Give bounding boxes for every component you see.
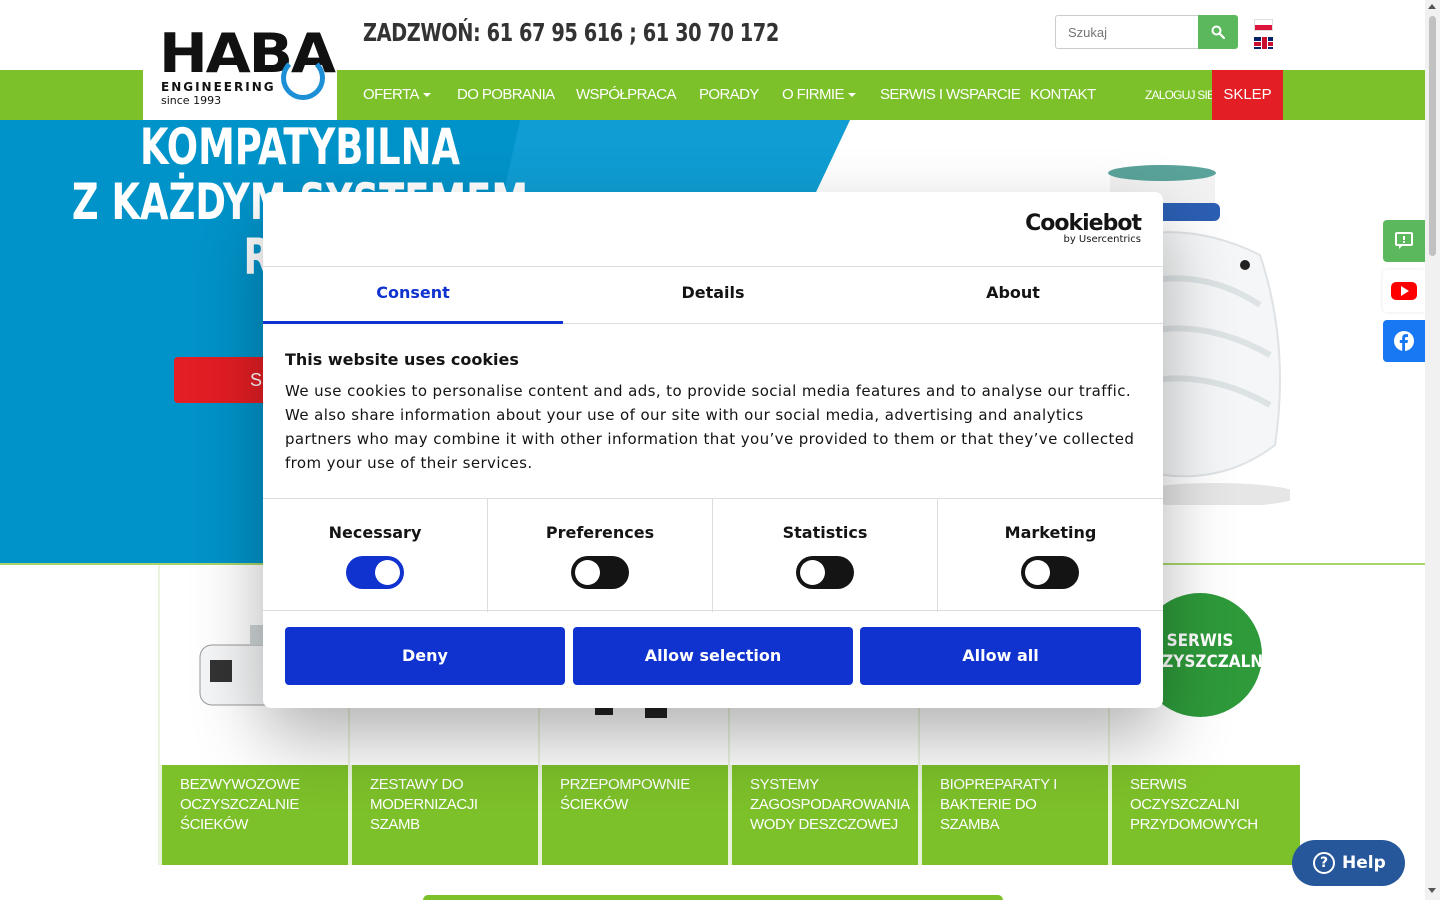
nav-item-wspolpraca[interactable]: WSPÓŁPRACA: [576, 70, 676, 120]
product-label[interactable]: BIOPREPARATY I BAKTERIE DO SZAMBA: [920, 765, 1110, 865]
tab-consent[interactable]: Consent: [263, 267, 563, 324]
login-link[interactable]: ZALOGUJ SIĘ: [1145, 70, 1215, 120]
toggle-preferences[interactable]: [571, 556, 629, 589]
scroll-up-icon[interactable]: [1428, 4, 1436, 9]
scroll-thumb[interactable]: [1429, 16, 1436, 256]
switch-label: Preferences: [545, 523, 655, 542]
nav-item-porady[interactable]: PORADY: [699, 70, 759, 120]
switch-necessary: Necessary: [263, 499, 488, 612]
cookie-title: This website uses cookies: [285, 350, 519, 369]
phone-numbers: ZADZWOŃ: 61 67 95 616 ; 61 30 70 172: [363, 18, 779, 47]
nav-item-do-pobrania[interactable]: DO POBRANIA: [457, 70, 555, 120]
nav-item-o-firmie[interactable]: O FIRMIE: [782, 70, 856, 120]
cookie-body: This website uses cookies We use cookies…: [285, 350, 1141, 475]
cookiebot-brand: Cookiebot: [1025, 211, 1142, 236]
page-scrollbar[interactable]: [1425, 0, 1440, 900]
caret-down-icon: [847, 93, 856, 98]
search-icon: [1211, 25, 1225, 39]
toggle-marketing[interactable]: [1021, 556, 1079, 589]
flag-en-icon[interactable]: [1254, 37, 1273, 49]
question-icon: ?: [1313, 852, 1335, 874]
nav-item-oferta[interactable]: OFERTA: [363, 70, 431, 120]
switch-marketing: Marketing: [938, 499, 1163, 612]
product-label[interactable]: ZESTAWY DO MODERNIZACJI SZAMB: [350, 765, 540, 865]
cookiebot-logo[interactable]: Cookiebot by Usercentrics: [1025, 211, 1142, 246]
flag-pl-icon[interactable]: [1254, 19, 1273, 31]
nav-item-kontakt[interactable]: KONTAKT: [1030, 70, 1096, 120]
cookie-tabs: Consent Details About: [263, 267, 1163, 324]
facebook-button[interactable]: [1383, 320, 1425, 362]
product-label[interactable]: PRZEPOMPOWNIE ŚCIEKÓW: [540, 765, 730, 865]
cookie-text: We use cookies to personalise content an…: [285, 382, 1135, 472]
help-button[interactable]: ? Help: [1292, 840, 1405, 886]
logo-drop-icon: [281, 56, 325, 100]
search-button[interactable]: [1198, 15, 1238, 49]
switch-preferences: Preferences: [488, 499, 713, 612]
youtube-icon: [1391, 282, 1417, 300]
product-label[interactable]: SERWIS OCZYSZCZALNI PRZYDOMOWYCH: [1110, 765, 1300, 865]
switch-label: Marketing: [1004, 523, 1097, 542]
toggle-knob: [375, 560, 400, 585]
allow-all-button[interactable]: Allow all: [860, 627, 1141, 685]
cookie-switches: Necessary Preferences Statistics Marketi…: [263, 498, 1163, 612]
toggle-statistics[interactable]: [796, 556, 854, 589]
nav-item-serwis[interactable]: SERWIS I WSPARCIE: [880, 70, 1021, 120]
product-label[interactable]: SYSTEMY ZAGOSPODAROWANIA WODY DESZCZOWEJ: [730, 765, 920, 865]
facebook-icon: [1394, 331, 1414, 351]
logo-sub: ENGINEERING: [161, 80, 276, 94]
switch-label: Necessary: [328, 523, 422, 542]
toggle-necessary[interactable]: [346, 556, 404, 589]
shop-button[interactable]: SKLEP: [1212, 70, 1283, 120]
cookie-consent-dialog: Cookiebot by Usercentrics Consent Detail…: [263, 192, 1163, 708]
logo-since: since 1993: [161, 94, 222, 107]
feedback-icon: [1395, 232, 1413, 249]
tab-about[interactable]: About: [863, 267, 1163, 324]
help-label: Help: [1342, 853, 1386, 873]
hero-title-line: KOMPATYBILNA: [139, 120, 461, 176]
product-label[interactable]: BEZWYWOZOWE OCZYSZCZALNIE ŚCIEKÓW: [160, 765, 350, 865]
toggle-knob: [1025, 560, 1050, 585]
search-input[interactable]: [1055, 15, 1199, 49]
scroll-down-icon[interactable]: [1428, 888, 1436, 893]
cookie-dialog-header: Cookiebot by Usercentrics: [263, 192, 1163, 267]
cookie-actions: Deny Allow selection Allow all: [285, 627, 1141, 685]
logo[interactable]: HABA ENGINEERING since 1993: [143, 0, 337, 120]
bottom-green-bar: [423, 895, 1003, 900]
feedback-button[interactable]: [1383, 220, 1425, 262]
switch-label: Statistics: [782, 523, 868, 542]
switch-statistics: Statistics: [713, 499, 938, 612]
toggle-knob: [575, 560, 600, 585]
tab-details[interactable]: Details: [563, 267, 863, 324]
youtube-button[interactable]: [1383, 270, 1425, 312]
allow-selection-button[interactable]: Allow selection: [573, 627, 853, 685]
page: ZADZWOŃ: 61 67 95 616 ; 61 30 70 172 HAB…: [0, 0, 1440, 900]
toggle-knob: [800, 560, 825, 585]
deny-button[interactable]: Deny: [285, 627, 565, 685]
caret-down-icon: [422, 93, 431, 98]
